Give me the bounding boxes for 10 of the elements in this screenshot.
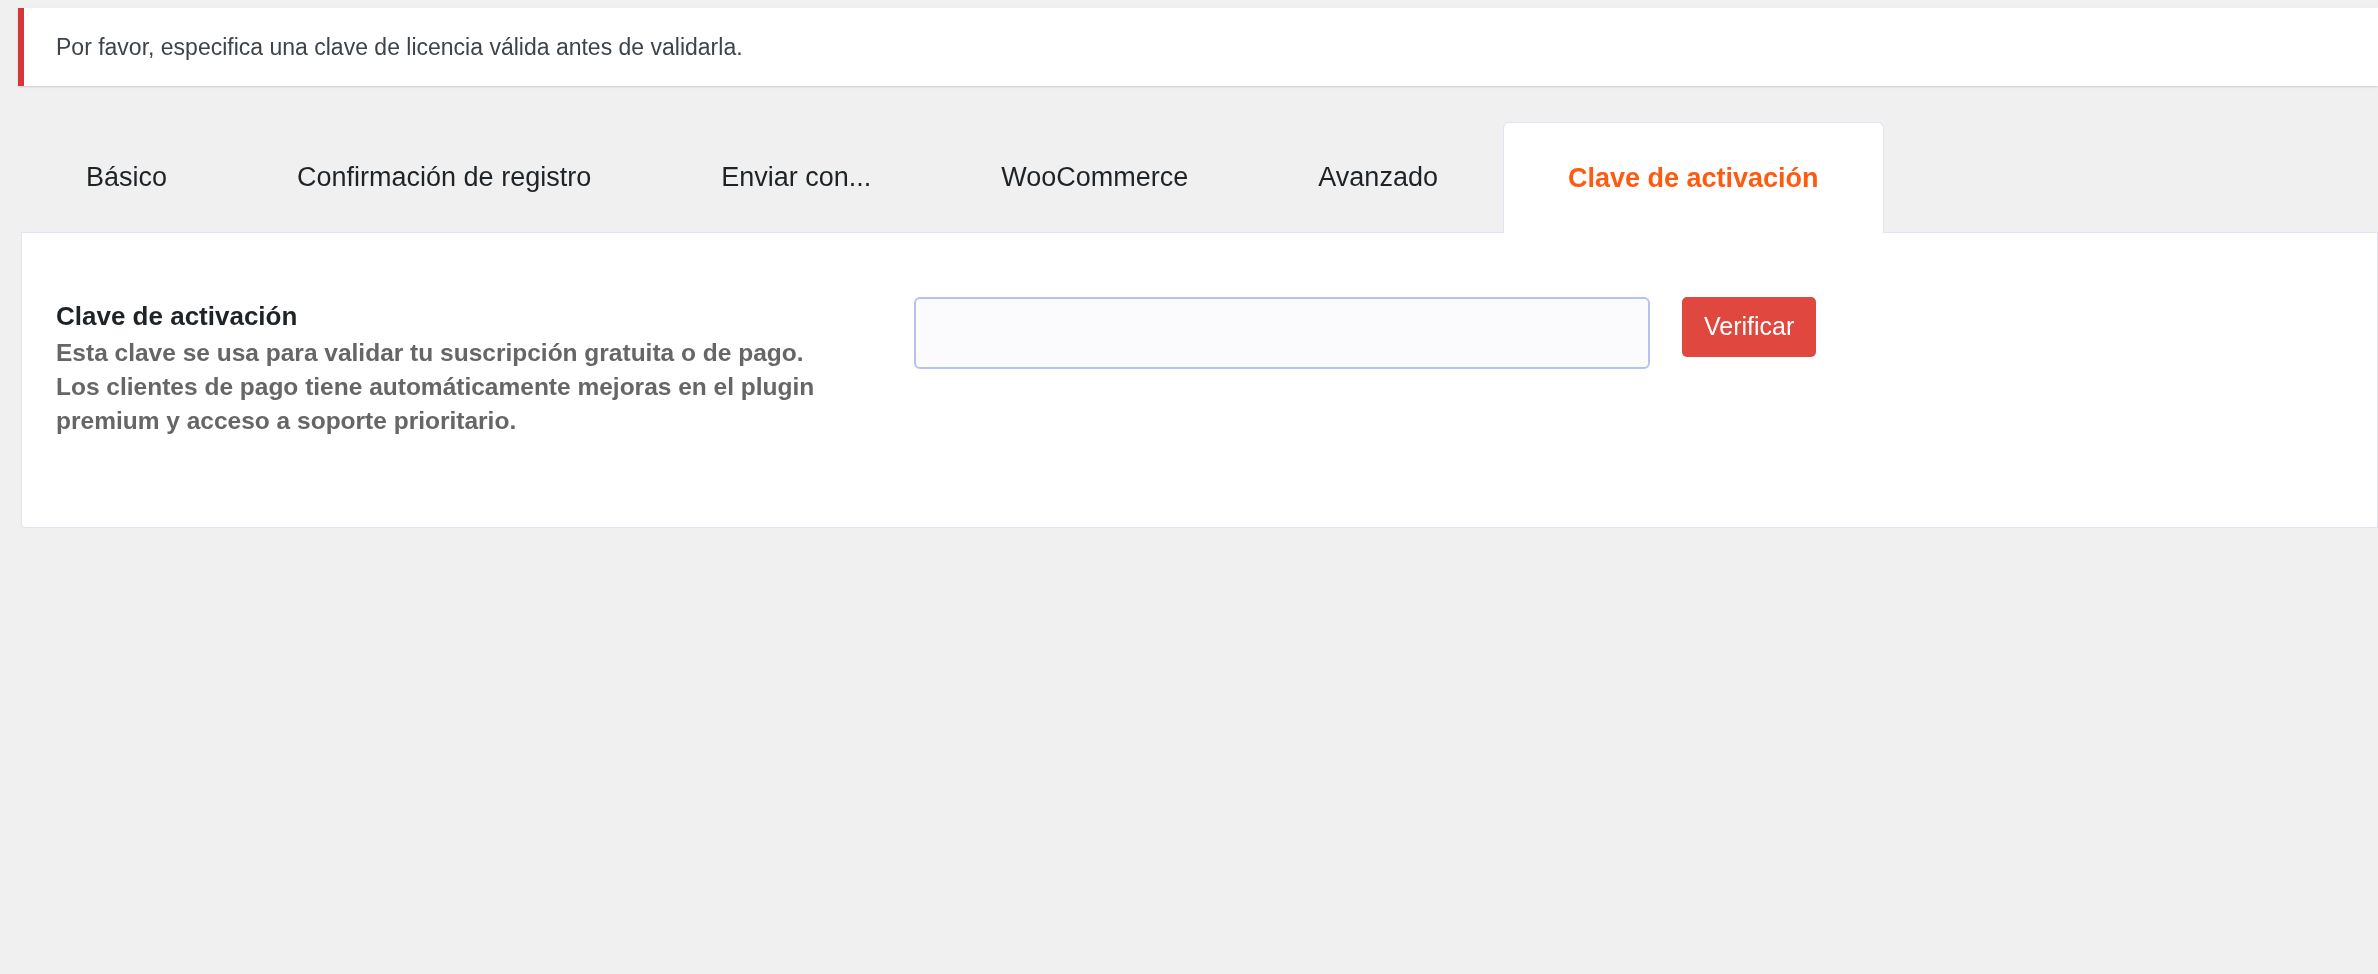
- notice-text: Por favor, especifica una clave de licencia válida antes de validarla.: [56, 32, 743, 62]
- tab[interactable]: Confirmación de registro: [232, 122, 657, 232]
- field-label: Clave de activación: [56, 300, 299, 333]
- tab[interactable]: Enviar con...: [656, 122, 937, 232]
- activation-key-field[interactable]: [914, 297, 1650, 369]
- tab[interactable]: WooCommerce: [936, 122, 1254, 232]
- tab[interactable]: Avanzado: [1253, 122, 1503, 232]
- field-description: Esta clave se usa para validar tu suscripción gratuita o de pago. Los clientes de pago tiene automáticamente mejoras en el plugin premium y acceso a soporte prioritario.: [56, 338, 816, 436]
- verify-button[interactable]: Verificar: [1682, 297, 1817, 357]
- tab[interactable]: Básico: [21, 122, 233, 232]
